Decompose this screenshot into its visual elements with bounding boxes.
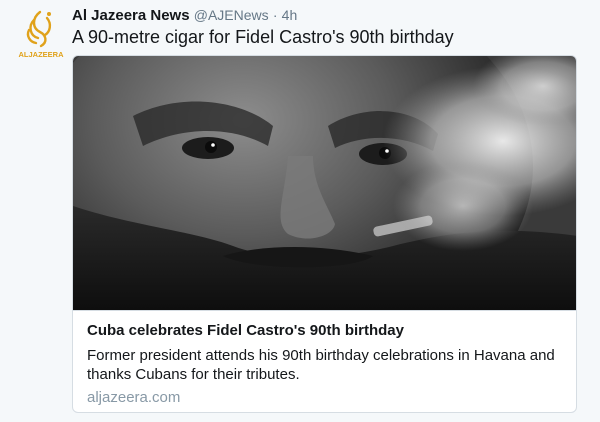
al-jazeera-logo-icon: ALJAZEERA [18,10,64,59]
card-description: Former president attends his 90th birthd… [87,347,555,383]
tweet-text: A 90-metre cigar for Fidel Castro's 90th… [72,27,454,47]
portrait-photo [73,56,576,356]
tweet-timestamp[interactable]: 4h [282,7,298,23]
separator-dot: · [272,7,278,23]
tweet[interactable]: ALJAZEERA Al Jazeera News @AJENews · 4h … [0,0,600,422]
card-image[interactable] [73,56,576,356]
card-domain[interactable]: aljazeera.com [87,389,180,407]
card-title[interactable]: Cuba celebrates Fidel Castro's 90th birt… [87,322,404,340]
avatar[interactable]: ALJAZEERA [18,8,64,60]
tweet-header: Al Jazeera News @AJENews · 4h [72,6,297,25]
card-body[interactable]: Cuba celebrates Fidel Castro's 90th birt… [73,310,576,412]
logo-wordmark: ALJAZEERA [18,50,64,59]
author-name[interactable]: Al Jazeera News [72,7,190,24]
link-card[interactable]: Cuba celebrates Fidel Castro's 90th birt… [72,55,577,413]
author-handle[interactable]: @AJENews [194,7,269,23]
